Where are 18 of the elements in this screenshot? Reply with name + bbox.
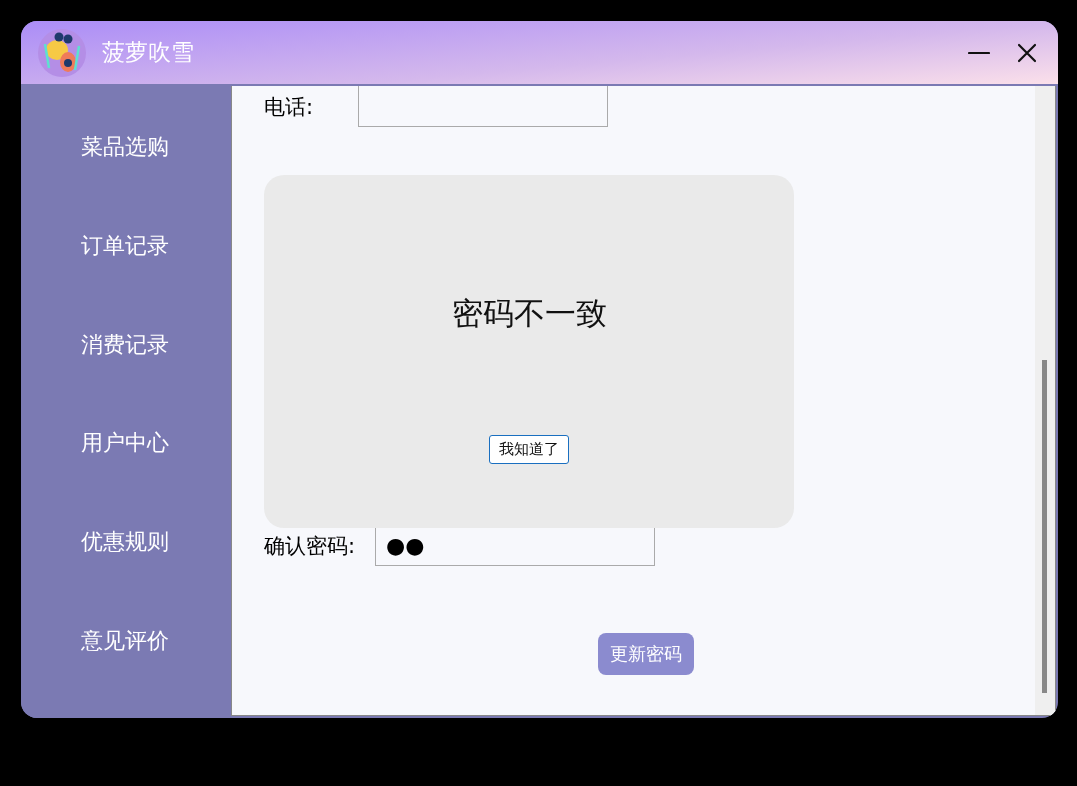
sidebar-item[interactable]: 菜品选购 [21, 125, 229, 224]
phone-label: 电话: [264, 93, 314, 121]
dialog-ok-button[interactable]: 我知道了 [489, 435, 569, 464]
confirm-password-label: 确认密码: [264, 532, 356, 560]
sidebar-item[interactable]: 优惠规则 [21, 520, 229, 620]
dialog-message: 密码不一致 [451, 294, 607, 333]
window-title: 菠萝吹雪 [102, 38, 194, 67]
sidebar-item[interactable]: 意见评价 [21, 619, 229, 718]
sidebar-item[interactable]: 消费记录 [21, 322, 229, 422]
sidebar-item[interactable]: 订单记录 [21, 223, 229, 323]
logo-icon [37, 27, 87, 78]
close-icon[interactable] [1016, 41, 1038, 64]
confirm-password-field[interactable]: ●● [375, 525, 656, 566]
sidebar-item[interactable]: 用户中心 [21, 421, 229, 521]
update-password-button[interactable]: 更新密码 [598, 633, 694, 675]
scrollbar-thumb[interactable] [1042, 360, 1047, 693]
scrollbar[interactable] [1035, 86, 1055, 715]
phone-field[interactable] [358, 86, 609, 127]
